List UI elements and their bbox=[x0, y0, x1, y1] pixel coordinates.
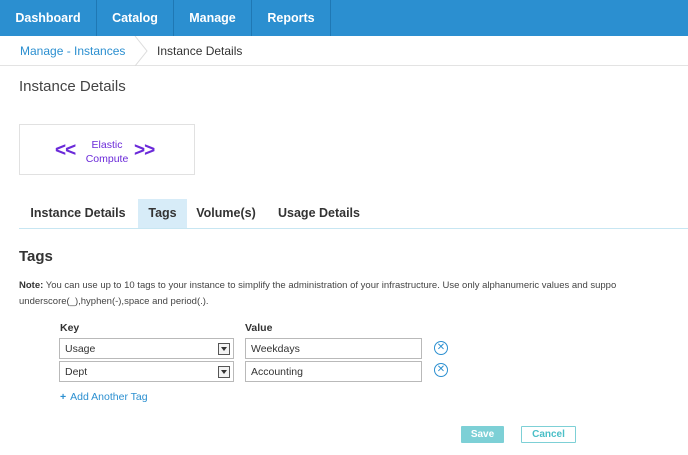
top-nav: Dashboard Catalog Manage Reports bbox=[0, 0, 688, 36]
tab-bar: Instance Details Tags Volume(s) Usage De… bbox=[19, 199, 688, 229]
section-title-tags: Tags bbox=[19, 248, 53, 265]
add-another-tag-label: Add Another Tag bbox=[70, 391, 148, 403]
note-text: You can use up to 10 tags to your instan… bbox=[43, 280, 617, 291]
tag-value-input[interactable]: Accounting bbox=[245, 361, 422, 382]
note-label: Note: bbox=[19, 280, 44, 291]
dropdown-arrow-icon[interactable] bbox=[218, 343, 230, 355]
tag-key-value: Dept bbox=[65, 366, 88, 378]
logo-line-2: Compute bbox=[85, 153, 129, 165]
tags-note: Note: You can use up to 10 tags to your … bbox=[19, 278, 688, 310]
save-button[interactable]: Save bbox=[461, 426, 504, 443]
tag-key-select[interactable]: Usage bbox=[59, 338, 234, 359]
nav-manage[interactable]: Manage bbox=[174, 0, 252, 36]
remove-tag-icon[interactable]: ✕ bbox=[434, 363, 448, 377]
nav-dashboard[interactable]: Dashboard bbox=[0, 0, 97, 36]
nav-reports[interactable]: Reports bbox=[252, 0, 331, 36]
logo-right-chevrons: >> bbox=[134, 140, 155, 161]
logo-line-1: Elastic bbox=[91, 139, 123, 151]
key-column-header: Key bbox=[60, 322, 80, 334]
add-another-tag-link[interactable]: + Add Another Tag bbox=[60, 391, 148, 403]
tags-note-line-1: Note: You can use up to 10 tags to your … bbox=[19, 278, 688, 294]
tag-value-input[interactable]: Weekdays bbox=[245, 338, 422, 359]
logo-left-chevrons: << bbox=[55, 140, 76, 161]
breadcrumb: Manage - Instances Instance Details bbox=[0, 36, 688, 66]
breadcrumb-link-instances[interactable]: Manage - Instances bbox=[20, 44, 125, 58]
value-column-header: Value bbox=[245, 322, 273, 334]
product-logo: << Elastic Compute >> bbox=[19, 124, 195, 175]
logo-text: Elastic Compute bbox=[78, 138, 136, 166]
tab-instance-details[interactable]: Instance Details bbox=[19, 199, 137, 228]
breadcrumb-current: Instance Details bbox=[157, 44, 243, 58]
plus-icon: + bbox=[60, 391, 67, 403]
remove-tag-icon[interactable]: ✕ bbox=[434, 341, 448, 355]
tag-key-value: Usage bbox=[65, 343, 96, 355]
nav-catalog[interactable]: Catalog bbox=[97, 0, 174, 36]
tags-note-line-2: underscore(_),hyphen(-),space and period… bbox=[19, 296, 209, 307]
page-title: Instance Details bbox=[19, 78, 126, 95]
tab-usage-details[interactable]: Usage Details bbox=[269, 199, 369, 228]
cancel-button[interactable]: Cancel bbox=[521, 426, 576, 443]
tab-volumes[interactable]: Volume(s) bbox=[187, 199, 265, 228]
dropdown-arrow-icon[interactable] bbox=[218, 366, 230, 378]
tab-tags[interactable]: Tags bbox=[138, 199, 187, 228]
breadcrumb-separator-icon bbox=[134, 36, 148, 66]
tag-key-select[interactable]: Dept bbox=[59, 361, 234, 382]
